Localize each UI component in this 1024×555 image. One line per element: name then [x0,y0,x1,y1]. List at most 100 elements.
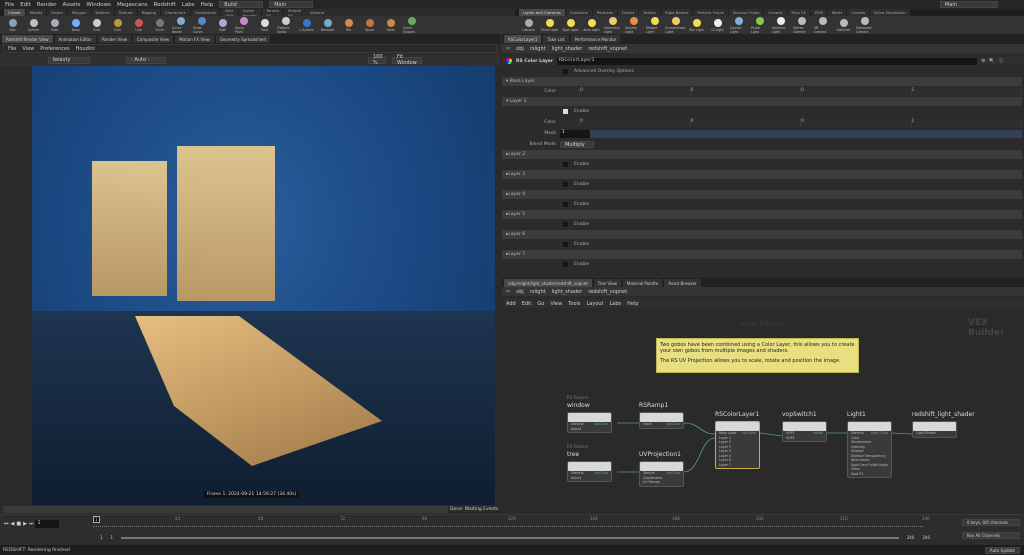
menu-labs[interactable]: Labs [182,2,195,8]
shelf-tool-button[interactable]: GI Light [709,18,726,32]
section-base-layer[interactable]: ▾ Base Layer [502,77,1022,86]
shelf-tab[interactable]: Create [4,9,25,16]
path-segment-redshift_vopnet[interactable]: redshift_vopnet [588,46,627,52]
network-menu-add[interactable]: Add [506,301,516,307]
shelf-tab[interactable]: Wires [827,9,847,16]
enable-checkbox[interactable] [563,182,568,187]
auto-update-select[interactable]: Auto Update [984,546,1020,554]
play-icon[interactable]: ▶ [23,521,27,527]
shelf-tab[interactable]: FEM [810,9,827,16]
right-context-select[interactable]: Main [940,1,998,8]
shelf-tab[interactable]: Rigid Bodies [660,9,693,16]
param-tab[interactable]: RSColorLayer1 [504,35,542,43]
shelf-tab[interactable]: Drive Simulation [870,9,910,16]
shelf-tool-button[interactable]: Environment Light [665,16,686,34]
path-segment-light_shader[interactable]: light_shader [552,46,583,52]
viewer-menu-file[interactable]: File [8,46,16,52]
viewer-menu-preferences[interactable]: Preferences [40,46,69,52]
shelf-tool-button[interactable]: Switcher [835,18,852,32]
shelf-tool-button[interactable]: Sphere [25,18,42,32]
node-light1[interactable]: General Light Color Color Temperature Intens… [847,421,892,478]
shelf-tab[interactable]: Pyro FX [787,9,810,16]
shelf-tool-button[interactable]: Area Light [583,18,600,32]
node-uvprojection1[interactable]: Texture outColor Coordinates UV Remap [639,461,684,487]
range-end[interactable]: 240 [922,535,930,540]
path-segment-obj[interactable]: obj [516,46,524,52]
shelf-tab[interactable]: Terrain FX [262,8,283,18]
path-segment-rslight[interactable]: rslight [530,46,546,52]
layer1-color-a[interactable]: 1 [911,118,1022,127]
path-segment-obj[interactable]: obj [516,289,524,295]
help-icon[interactable]: ⓘ [999,58,1004,64]
node-input[interactable]: Spot FX [848,472,891,477]
node-window[interactable]: General outColor Adjust [567,412,612,433]
network-menu-edit[interactable]: Edit [522,301,532,307]
shelf-tool-button[interactable]: Circle [151,18,168,32]
enable-checkbox[interactable] [563,242,568,247]
shelf-tool-button[interactable]: Grid [88,18,105,32]
node-input[interactable]: Layer 7 [716,463,759,468]
viewer-menu-view[interactable]: View [22,46,34,52]
network-editor[interactable]: Indie Edition VEX Builder Two gobos have… [502,308,1024,518]
mask-field[interactable]: 1 [560,129,590,138]
section-layer-4[interactable]: ▸ Layer 4 [502,190,1022,199]
section-layer-1[interactable]: ▾ Layer 1 [502,97,1022,106]
path-segment-rslight[interactable]: rslight [530,289,546,295]
shelf-tool-button[interactable]: Spot Light [562,18,579,32]
node-name-field[interactable]: RSColorLayer1 [557,57,978,65]
shelf-tab[interactable]: Grains [617,9,639,16]
menu-edit[interactable]: Edit [20,2,31,8]
node-vopswitch1[interactable]: VOP1 outVal VOP2 [782,421,827,442]
shelf-tab[interactable]: Particle Fluids [693,9,728,16]
param-tab[interactable]: Performance Monitor [570,35,621,43]
current-frame-field[interactable]: 1 [35,520,60,528]
node-input[interactable]: Adjust [568,476,611,481]
shelf-tab[interactable]: Characters [160,9,190,16]
shelf-tool-button[interactable]: Quick Shapes [403,16,420,34]
node-rsramp1[interactable]: Input outColor [639,412,684,429]
node-rscolorlayer1[interactable]: Base Layer outColor Layer 1 Layer 2 Layer 3L… [715,421,760,469]
range-slider[interactable] [121,536,899,539]
shelf-tool-button[interactable]: Gamepad Camera [856,16,873,34]
shelf-tab[interactable]: Viscous Fluids [728,9,764,16]
viewer-tab[interactable]: Geometry Spreadsheet [215,35,271,43]
layer1-color-r[interactable]: 0 [580,118,691,127]
layer1-color-b[interactable]: 0 [801,118,912,127]
shelf-tool-button[interactable]: File [340,18,357,32]
shelf-tab[interactable]: Hair Utils [221,8,238,18]
key-all-channels-button[interactable]: Key All Channels [962,532,1020,539]
viewer-tab[interactable]: Render View [98,35,132,43]
node-tree[interactable]: General outColor Adjust [567,461,612,482]
shelf-tab[interactable]: Texture [114,9,137,16]
network-menu-go[interactable]: Go [537,301,544,307]
keys-channels-select[interactable]: 0 keys, 0/0 channels [962,519,1020,526]
network-menu-layout[interactable]: Layout [587,301,604,307]
shelf-tab[interactable]: Vellum [639,9,660,16]
shelf-tool-button[interactable]: Curve Bezier [172,16,189,34]
shelf-tool-button[interactable]: Box [4,18,21,32]
enable-checkbox[interactable] [563,222,568,227]
menu-file[interactable]: File [5,2,14,8]
node-input[interactable]: Adjust [568,427,611,432]
shelf-tool-button[interactable]: Spiral [361,18,378,32]
shelf-tool-button[interactable]: Metaball [319,18,336,32]
enable-checkbox[interactable] [563,202,568,207]
menu-assets[interactable]: Assets [62,2,80,8]
shelf-tool-button[interactable]: L-System [298,18,315,32]
back-arrow-icon[interactable]: ⇦ [506,289,510,295]
shelf-tool-button[interactable]: Spray Paint [235,16,252,34]
node-input[interactable]: Input outColor [640,422,683,427]
layer1-color-g[interactable]: 0 [690,118,801,127]
base-color-g[interactable]: 0 [690,87,801,96]
section-layer-7[interactable]: ▸ Layer 7 [502,250,1022,259]
network-menu-help[interactable]: Help [627,301,638,307]
step-back-icon[interactable]: ◀ [11,521,15,527]
menu-help[interactable]: Help [201,2,214,8]
shelf-tool-button[interactable]: Helix [382,18,399,32]
path-segment-light_shader[interactable]: light_shader [552,289,583,295]
section-layer-6[interactable]: ▸ Layer 6 [502,230,1022,239]
shelf-tool-button[interactable]: VR Camera [814,16,831,34]
mask-slider[interactable] [590,129,1022,138]
advanced-overlay-checkbox[interactable] [563,69,568,74]
network-menu-labs[interactable]: Labs [610,301,622,307]
